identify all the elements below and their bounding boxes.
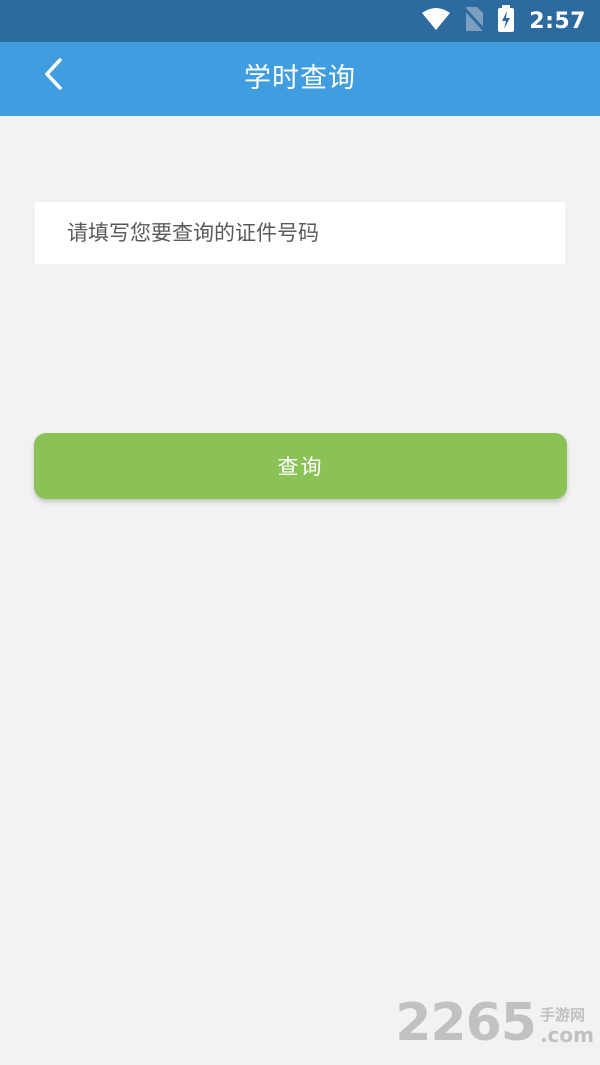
battery-charging-icon xyxy=(497,5,515,37)
query-button[interactable]: 查询 xyxy=(34,433,567,499)
wifi-icon xyxy=(421,7,451,35)
id-number-input[interactable] xyxy=(35,202,565,264)
watermark-site: 手游网 xyxy=(539,1006,585,1024)
status-bar: 2:57 xyxy=(0,0,600,42)
watermark-logo: 2265 手游网 .com xyxy=(395,997,594,1049)
page-title: 学时查询 xyxy=(244,63,356,94)
no-sim-icon xyxy=(463,6,486,36)
screen: 2:57 学时查询 查询 2265 手游网 .com xyxy=(0,0,600,1065)
status-icons: 2:57 xyxy=(421,0,586,42)
watermark-domain: .com xyxy=(539,1023,594,1047)
app-header: 学时查询 xyxy=(0,42,600,116)
watermark-number: 2265 xyxy=(395,993,537,1053)
id-input-container xyxy=(35,202,565,264)
status-time: 2:57 xyxy=(529,8,586,34)
